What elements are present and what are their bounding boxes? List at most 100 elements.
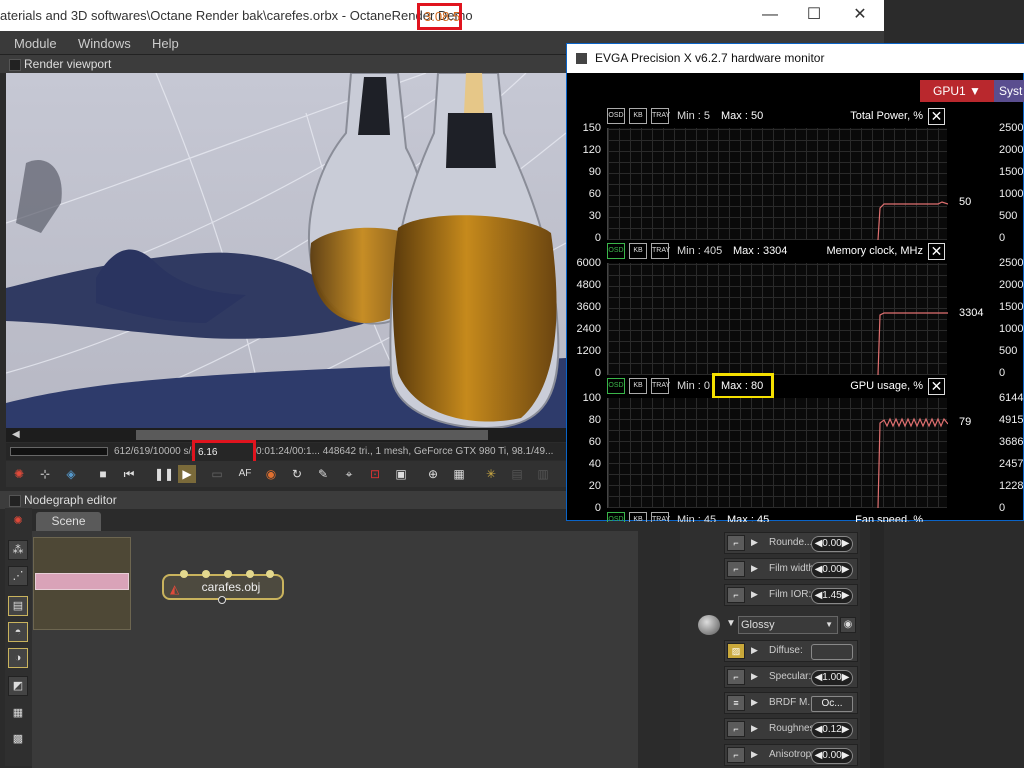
locked-icon[interactable]: ✳ [482, 465, 500, 483]
osd-toggle[interactable]: OSD [607, 243, 625, 259]
kblcd-toggle[interactable]: KB [629, 378, 647, 394]
minimize-button[interactable]: — [760, 5, 780, 25]
arrange-nodes-icon[interactable]: ⋰ [8, 566, 28, 586]
rewind-icon[interactable]: ⏮ [120, 465, 138, 483]
color-picker-icon[interactable]: ◉ [262, 465, 280, 483]
close-graph-icon[interactable]: ✕ [928, 378, 945, 395]
camera-target-icon[interactable]: ⊡ [366, 465, 384, 483]
monitor-icon[interactable]: ▭ [208, 465, 226, 483]
expand-arrow-icon[interactable]: ▶ [751, 697, 758, 708]
osd-toggle[interactable]: OSD [607, 108, 625, 124]
table-icon[interactable]: ▩ [8, 730, 28, 750]
node-output-pin[interactable] [218, 596, 226, 604]
selected-node-preview[interactable] [35, 573, 129, 590]
osd-toggle[interactable]: OSD [607, 378, 625, 394]
tray-toggle[interactable]: TRAY [651, 243, 670, 259]
material-type-dropdown[interactable]: Glossy ▼ [738, 616, 838, 634]
viewport-horizontal-scrollbar[interactable]: ◀ [6, 428, 566, 442]
material-picker-icon[interactable]: ✎ [314, 465, 332, 483]
recenter-icon[interactable]: ⊹ [36, 465, 54, 483]
expand-arrow-icon[interactable]: ▶ [751, 671, 758, 682]
octane-logo-icon[interactable]: ✺ [10, 465, 28, 483]
expand-arrow-icon[interactable]: ▶ [751, 723, 758, 734]
y-tick: 500 [999, 345, 1018, 357]
material-row[interactable]: ⌐ ▶ Rounde... ◀0.00▶ [724, 532, 858, 554]
close-graph-icon[interactable]: ✕ [928, 108, 945, 125]
material-row[interactable]: ⌐ ▶ Film IOR: ◀1.45▶ [724, 584, 858, 606]
tab-scene[interactable]: Scene [36, 512, 101, 531]
mesh-node[interactable]: ◭ carafes.obj [162, 570, 284, 604]
material-row[interactable]: ▨ ▶ Diffuse: [724, 640, 858, 662]
expand-arrow-icon[interactable]: ▶ [751, 589, 758, 600]
tray-toggle[interactable]: TRAY [651, 378, 670, 394]
film-icon[interactable]: ▤ [8, 596, 28, 616]
stop-icon[interactable]: ■ [94, 465, 112, 483]
kblcd-toggle[interactable]: KB [629, 243, 647, 259]
tray-toggle[interactable]: TRAY [651, 108, 670, 124]
value-spinner[interactable]: ◀0.12▶ [811, 722, 853, 738]
material-row[interactable]: ⌐ ▶ Roughness: ◀0.12▶ [724, 718, 858, 740]
eye-icon[interactable]: ◉ [840, 617, 856, 633]
monitor-title-bar: EVGA Precision X v6.2.7 hardware monitor [567, 44, 1024, 73]
node-input-pin[interactable] [202, 570, 210, 578]
mesh-icon[interactable]: ◓ [8, 622, 28, 642]
kblcd-toggle[interactable]: KB [629, 108, 647, 124]
close-button[interactable]: ✕ [850, 5, 870, 25]
menu-module[interactable]: Module [14, 36, 57, 51]
y-tick: 2500 [999, 122, 1024, 134]
lock-icon[interactable]: ▤ [508, 465, 526, 483]
color-swatch[interactable] [811, 644, 853, 660]
region-icon[interactable]: ▣ [392, 465, 410, 483]
inspector-scrollbar[interactable] [870, 520, 884, 768]
material-row[interactable]: ⌐ ▶ Film width: ◀0.00▶ [724, 558, 858, 580]
autofocus-icon[interactable]: AF [236, 465, 254, 483]
brdf-dropdown[interactable]: Oc... [811, 696, 853, 712]
value-spinner[interactable]: ◀0.00▶ [811, 536, 853, 552]
tray-toggle[interactable]: TRAY [651, 512, 670, 522]
add-node-icon[interactable]: ⁂ [8, 540, 28, 560]
glossy-material-row[interactable]: ▼ Glossy ▼ ◉ [698, 615, 860, 635]
menu-help[interactable]: Help [152, 36, 179, 51]
maximize-button[interactable]: ☐ [804, 5, 824, 25]
expand-arrow-icon[interactable]: ▶ [751, 563, 758, 574]
curve-icon: ⌐ [727, 587, 745, 603]
close-graph-icon[interactable]: ✕ [928, 243, 945, 260]
material-row[interactable]: ⌐ ▶ Specular: ◀1.00▶ [724, 666, 858, 688]
material-row[interactable]: ⌐ ▶ Anisotropy: ◀0.00▶ [724, 744, 858, 766]
material-node-icon[interactable]: ◑ [8, 648, 28, 668]
texture-icon[interactable]: ◩ [8, 676, 28, 696]
render-status-bar: 612/619/10000 s/px 0:01:24/00:1... 44864… [6, 443, 566, 460]
material-row[interactable]: ≡ ▶ BRDF M... Oc... [724, 692, 858, 714]
osd-toggle[interactable]: OSD [607, 512, 625, 522]
render-viewport[interactable] [6, 73, 566, 428]
system-button[interactable]: Syst [994, 80, 1024, 102]
value-spinner[interactable]: ◀0.00▶ [811, 562, 853, 578]
node-input-pin[interactable] [266, 570, 274, 578]
graph-min: Min : 45 [677, 514, 717, 522]
rotate-icon[interactable]: ↻ [288, 465, 306, 483]
scrollbar-thumb[interactable] [136, 430, 488, 440]
node-input-pin[interactable] [246, 570, 254, 578]
node-input-pin[interactable] [224, 570, 232, 578]
scroll-left-arrow-icon[interactable]: ◀ [12, 429, 20, 440]
expand-arrow-icon[interactable]: ▶ [751, 645, 758, 656]
cube-icon[interactable]: ◈ [62, 465, 80, 483]
zoom-icon[interactable]: ⊕ [424, 465, 442, 483]
film-region-icon[interactable]: ▦ [450, 465, 468, 483]
octane-node-icon[interactable]: ✺ [8, 512, 28, 532]
expand-arrow-icon[interactable]: ▶ [751, 537, 758, 548]
node-input-pin[interactable] [180, 570, 188, 578]
nodes-grid-icon[interactable]: ▦ [8, 704, 28, 724]
value-spinner[interactable]: ◀1.00▶ [811, 670, 853, 686]
grid-icon[interactable]: ▥ [534, 465, 552, 483]
kblcd-toggle[interactable]: KB [629, 512, 647, 522]
value-spinner[interactable]: ◀0.00▶ [811, 748, 853, 764]
collapse-arrow-icon[interactable]: ▼ [726, 618, 736, 629]
gpu-select-button[interactable]: GPU1 ▼ [920, 80, 994, 102]
expand-arrow-icon[interactable]: ▶ [751, 749, 758, 760]
value-spinner[interactable]: ◀1.45▶ [811, 588, 853, 604]
menu-windows[interactable]: Windows [78, 36, 131, 51]
object-picker-icon[interactable]: ⌖ [340, 465, 358, 483]
pause-icon[interactable]: ❚❚ [154, 465, 174, 483]
play-icon[interactable]: ▶ [178, 465, 196, 483]
